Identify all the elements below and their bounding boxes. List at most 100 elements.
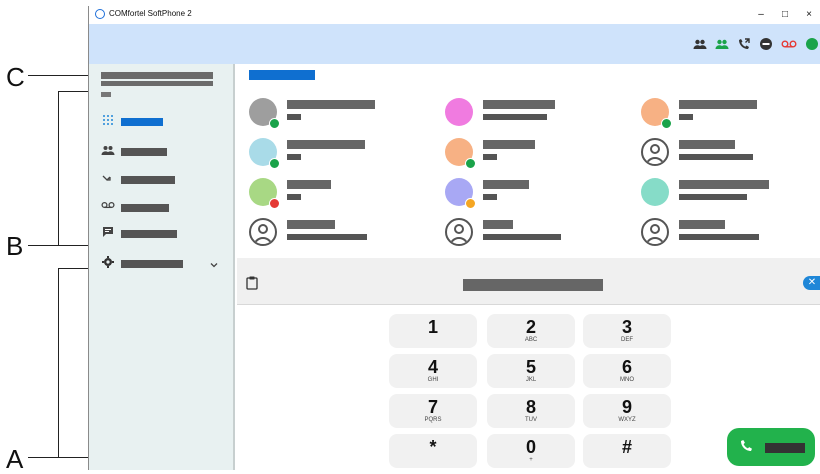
favorite-contact[interactable] [641,98,820,132]
dialpad-key[interactable]: 9 WXYZ [583,394,671,428]
presence-indicator [465,198,476,209]
backspace-button[interactable]: ✕ [803,276,820,290]
maximize-button[interactable]: □ [773,6,797,24]
contact-name [679,220,725,229]
chat-icon [101,226,115,240]
sidebar-label-dialpad [121,118,163,126]
favorite-contact[interactable] [641,218,820,252]
contact-name [287,140,365,149]
contact-name [287,220,335,229]
contact-name [679,180,769,189]
favorite-contact[interactable] [641,138,820,172]
key-letters: GHI [427,377,439,383]
voicemail-icon [101,200,115,214]
contact-number [287,194,301,200]
call-history-icon [101,172,115,186]
contacts-icon [101,144,115,158]
contact-name [483,140,535,149]
favorite-contact[interactable] [445,178,635,212]
sidebar-label-contacts [121,148,167,156]
sidebar-item-calls[interactable] [101,172,221,188]
do-not-disturb-icon[interactable] [759,37,773,51]
menu-toggle-icon[interactable] [101,92,111,97]
contact-number [483,154,497,160]
presence-indicator [269,118,280,129]
key-letters: DEF [621,337,633,343]
contact-number [287,114,301,120]
chevron-down-icon[interactable] [209,257,221,269]
key-digit: # [621,437,632,457]
contact-number [483,114,547,120]
key-digit: 1 [427,317,438,337]
sidebar-label-voicemail [121,204,169,212]
sidebar-item-settings[interactable] [101,256,227,272]
sidebar [89,64,235,470]
key-digit: 6 [621,357,632,377]
presence-indicator [269,198,280,209]
dialpad-key[interactable]: # [583,434,671,468]
presence-indicator [269,158,280,169]
favorites-panel [237,64,820,258]
dialpad-key[interactable]: 6 MNO [583,354,671,388]
key-letters: WXYZ [618,417,636,423]
contacts-icon[interactable] [693,37,707,51]
sidebar-item-chat[interactable] [101,226,221,242]
sidebar-item-voicemail[interactable] [101,200,221,216]
key-letters: MNO [620,377,634,383]
online-contacts-icon[interactable] [715,37,729,51]
favorite-contact[interactable] [249,98,439,132]
favorite-contact[interactable] [249,178,439,212]
favorites-title [249,70,315,80]
dialpad-key[interactable]: 0 + [487,434,575,468]
dialpad-key[interactable]: 2 ABC [487,314,575,348]
close-button[interactable]: × [797,6,820,24]
dial-input-bar: ✕ [237,258,820,305]
contact-name [287,100,375,109]
dialpad-key[interactable]: 3 DEF [583,314,671,348]
dialpad-key[interactable]: 1 [389,314,477,348]
key-letters: + [529,457,533,463]
contact-name [483,220,513,229]
dialer-panel: ✕ 1 2 ABC 3 DEF 4 GHI 5 JKL 6 MNO 7 PQRS 8 TUV 9 WXYZ * 0 +… [237,258,820,470]
favorite-contact[interactable] [249,138,439,172]
key-letters: ABC [524,337,538,343]
top-toolbar [89,24,820,64]
dialpad-key[interactable]: 4 GHI [389,354,477,388]
contact-number [679,114,693,120]
contact-name [287,180,331,189]
favorite-contact[interactable] [445,218,635,252]
dialpad-icon [101,114,115,128]
favorite-contact[interactable] [445,138,635,172]
voicemail-icon[interactable] [781,37,797,51]
sidebar-label-calls [121,176,175,184]
key-digit: 7 [427,397,438,417]
favorite-contact[interactable] [445,98,635,132]
number-input[interactable] [463,279,603,291]
key-letters: JKL [525,377,537,383]
favorite-contact[interactable] [641,178,820,212]
favorite-contact[interactable] [249,218,439,252]
sidebar-item-dialpad[interactable] [101,114,221,130]
dialpad-key[interactable]: * [389,434,477,468]
app-logo-icon [95,9,105,19]
sidebar-item-contacts[interactable] [101,144,221,160]
key-letters: PQRS [424,417,442,423]
minimize-button[interactable]: – [749,6,773,24]
key-digit: 8 [525,397,536,417]
generic-avatar-icon [641,218,669,246]
clipboard-icon[interactable] [246,276,258,290]
call-forward-icon[interactable] [737,37,751,51]
call-button[interactable] [727,428,815,466]
callout-b-bracket-vertical [58,91,59,245]
dialpad-key[interactable]: 5 JKL [487,354,575,388]
contact-number [679,154,753,160]
callout-c-letter: C [6,62,25,92]
dialpad-key[interactable]: 8 TUV [487,394,575,428]
sidebar-label-settings [121,260,183,268]
key-digit: 9 [621,397,632,417]
key-letters: TUV [525,417,537,423]
generic-avatar-icon [445,218,473,246]
key-digit: 0 [525,437,536,457]
status-dot-icon[interactable] [805,37,819,51]
dialpad-key[interactable]: 7 PQRS [389,394,477,428]
